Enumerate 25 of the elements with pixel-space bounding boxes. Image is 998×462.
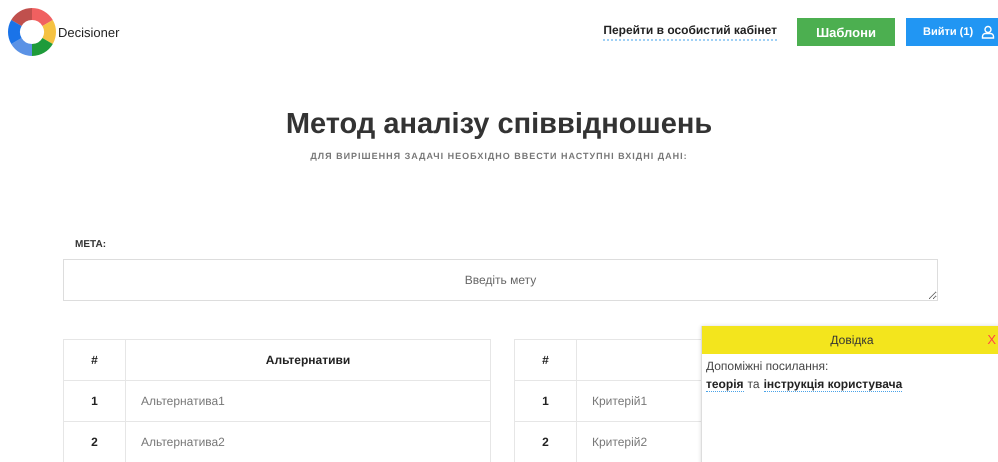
help-title: Довідка (830, 333, 874, 347)
header-cell-text: Альтернативи (264, 352, 352, 369)
row-number: 1 (64, 381, 126, 421)
help-joiner: та (748, 377, 760, 392)
logo-ring-icon (8, 8, 56, 56)
logo-text: Decisioner (58, 24, 120, 40)
theory-link[interactable]: теорія (706, 377, 744, 392)
header-cell: # (515, 340, 577, 380)
header-cell: # (64, 340, 126, 380)
templates-button[interactable]: Шаблони (797, 18, 895, 46)
manual-link[interactable]: інструкція користувача (764, 377, 902, 392)
row-number: 2 (64, 422, 126, 462)
row-number: 1 (515, 381, 577, 421)
logout-button[interactable]: Вийти (1) (906, 18, 998, 46)
close-button[interactable]: X (987, 332, 996, 347)
row-number: 2 (515, 422, 577, 462)
help-intro: Допоміжні посилання: (706, 359, 830, 373)
cabinet-link[interactable]: Перейти в особистий кабінет (603, 23, 777, 41)
goal-label: МЕТА: (75, 239, 108, 250)
page-subtitle: ДЛЯ ВИРІШЕННЯ ЗАДАЧІ НЕОБХІДНО ВВЕСТИ НАСТУПНІ ВХІДНІ ДАНІ: (309, 151, 689, 161)
page-title: Метод аналізу співвідношень (284, 108, 714, 141)
table-cell[interactable]: Альтернатива1 (126, 381, 490, 421)
user-icon (981, 25, 996, 39)
table-cell[interactable]: Альтернатива2 (126, 422, 490, 462)
goal-input-field[interactable]: Введіть мету (63, 259, 938, 301)
